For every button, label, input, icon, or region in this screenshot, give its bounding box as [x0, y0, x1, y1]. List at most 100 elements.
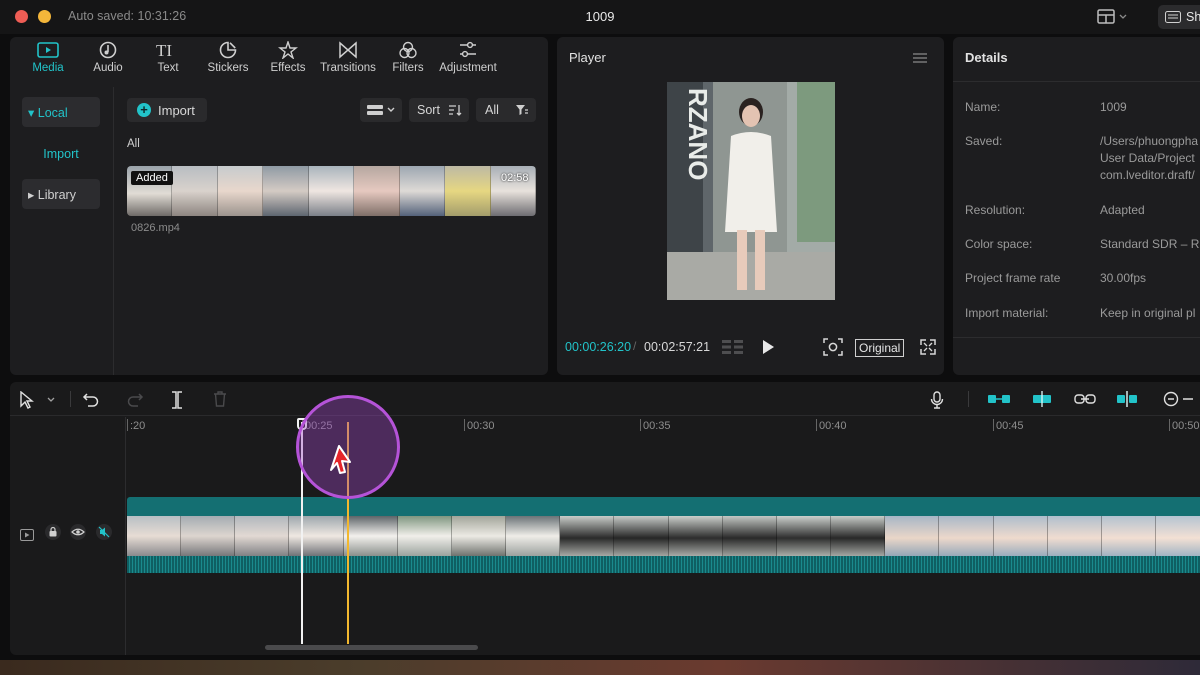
- timeline-ruler[interactable]: :20 00:25 00:30 00:35 00:40 00:45 00:50: [127, 417, 1200, 439]
- share-label: Sh: [1186, 10, 1200, 24]
- current-timecode: 00:00:26:20: [565, 340, 632, 354]
- detail-key-import-material: Import material:: [965, 306, 1049, 320]
- layout-button[interactable]: [1092, 8, 1132, 26]
- view-mode-button[interactable]: [360, 98, 402, 122]
- zoom-out-button[interactable]: [1163, 391, 1193, 412]
- timeline-scrollbar[interactable]: [265, 645, 478, 650]
- ruler-tick: [464, 419, 465, 431]
- tab-audio-label: Audio: [93, 62, 123, 74]
- zoom-out-icon: [1163, 391, 1193, 407]
- track-header: [10, 417, 126, 655]
- timecode-separator: /: [633, 339, 637, 353]
- record-audio-button[interactable]: [930, 391, 944, 414]
- share-button[interactable]: Sh: [1158, 5, 1200, 29]
- tab-text[interactable]: TI Text: [137, 39, 199, 81]
- filter-button[interactable]: All: [476, 98, 536, 122]
- detail-value-frame-rate: 30.00fps: [1100, 271, 1147, 285]
- fullscreen-icon: [920, 339, 936, 355]
- tab-filters[interactable]: Filters: [377, 39, 439, 81]
- track-mute-button[interactable]: [96, 524, 112, 540]
- ruler-tick: [993, 419, 994, 431]
- play-button[interactable]: [761, 339, 775, 360]
- magnet-link-icon: [988, 395, 1010, 403]
- preview-frame-image: RZANO: [667, 82, 835, 300]
- filter-label: All: [485, 103, 499, 117]
- track-visibility-button[interactable]: [70, 524, 86, 540]
- tab-text-label: Text: [157, 62, 179, 74]
- focus-frame-icon: [823, 338, 843, 356]
- tab-transitions-label: Transitions: [320, 62, 376, 74]
- main-track-magnet-button[interactable]: [987, 391, 1011, 412]
- import-label: Import: [158, 103, 195, 118]
- redo-button[interactable]: [126, 391, 144, 412]
- toolbar-divider: [968, 391, 969, 407]
- ruler-label: 00:30: [467, 420, 495, 432]
- track-cover-button[interactable]: [20, 528, 34, 546]
- ruler-label: 00:50: [1172, 420, 1200, 432]
- tab-adjustment-label: Adjustment: [439, 62, 497, 74]
- detail-value-resolution: Adapted: [1100, 203, 1145, 217]
- divider: [953, 81, 1200, 82]
- filter-icon: [516, 105, 528, 115]
- eye-icon: [71, 528, 85, 536]
- tab-audio[interactable]: Audio: [77, 39, 139, 81]
- tab-stickers[interactable]: Stickers: [197, 39, 259, 81]
- detail-key-color-space: Color space:: [965, 237, 1033, 251]
- import-button[interactable]: + Import: [127, 98, 207, 122]
- aspect-ratio-button[interactable]: Original: [855, 339, 905, 357]
- detail-value-import-material: Keep in original pl: [1100, 306, 1196, 320]
- added-badge: Added: [131, 171, 173, 185]
- grid-view-button[interactable]: [721, 338, 745, 361]
- sort-button[interactable]: Sort: [409, 98, 469, 122]
- list-view-icon: [367, 105, 395, 115]
- video-preview[interactable]: RZANO: [667, 82, 835, 300]
- main-track-clip[interactable]: [127, 516, 1200, 556]
- link-button[interactable]: [1073, 391, 1097, 412]
- asset-toolbar: Media Audio TI Text Stickers Effects Tra…: [10, 37, 548, 81]
- timeline-toolbar: [10, 382, 1200, 416]
- ruler-label: 00:45: [996, 420, 1024, 432]
- details-title: Details: [965, 50, 1008, 65]
- preview-axis-button[interactable]: [1115, 391, 1139, 412]
- play-icon: [763, 340, 774, 354]
- sidebar-item-library[interactable]: ▸ Library: [22, 179, 100, 209]
- fullscreen-button[interactable]: [920, 339, 936, 360]
- sort-label: Sort: [417, 103, 440, 117]
- split-button[interactable]: [170, 391, 184, 414]
- media-clip-thumbnail[interactable]: [127, 166, 536, 216]
- detail-key-frame-rate: Project frame rate: [965, 271, 1061, 285]
- redo-icon: [127, 393, 144, 407]
- tab-effects[interactable]: Effects: [257, 39, 319, 81]
- project-title: 1009: [585, 9, 615, 24]
- details-footer: [953, 337, 1200, 375]
- main-track-clip-header[interactable]: [127, 497, 1200, 516]
- grid-icon: [722, 340, 743, 354]
- tab-adjustment[interactable]: Adjustment: [437, 39, 499, 81]
- menu-icon: [913, 53, 927, 63]
- sidebar-item-import[interactable]: Import: [22, 139, 100, 169]
- player-menu-button[interactable]: [913, 51, 927, 69]
- track-lock-button[interactable]: [45, 524, 61, 540]
- mute-icon: [98, 526, 110, 538]
- undo-button[interactable]: [82, 391, 100, 412]
- detail-key-saved: Saved:: [965, 134, 1003, 148]
- adjustment-icon: [460, 41, 476, 58]
- tab-media[interactable]: Media: [17, 39, 79, 81]
- preview-axis-icon: [1117, 391, 1137, 407]
- ruler-tick: [816, 419, 817, 431]
- storefront-sign-text: RZANO: [683, 88, 713, 180]
- tab-transitions[interactable]: Transitions: [317, 39, 379, 81]
- media-section-title: All: [127, 138, 140, 150]
- media-sidebar: ▾ Local Import ▸ Library: [10, 87, 114, 375]
- filters-icon: [399, 41, 417, 59]
- delete-button[interactable]: [213, 391, 227, 412]
- keyboard-icon: [1165, 11, 1181, 23]
- auto-snap-button[interactable]: [1030, 391, 1054, 412]
- ruler-tick: [1169, 419, 1170, 431]
- crop-fit-button[interactable]: [823, 338, 843, 361]
- sidebar-item-local[interactable]: ▾ Local: [22, 97, 100, 127]
- detail-value-name: 1009: [1100, 100, 1127, 114]
- toolbar-divider: [70, 391, 71, 407]
- select-tool-button[interactable]: [18, 390, 58, 414]
- player-title: Player: [569, 50, 606, 65]
